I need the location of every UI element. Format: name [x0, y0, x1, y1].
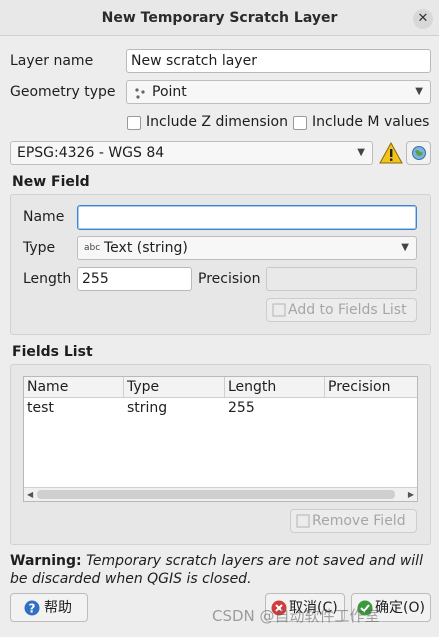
help-icon: ?: [24, 600, 40, 616]
add-field-icon: [272, 303, 286, 317]
length-input[interactable]: 255: [77, 267, 192, 291]
watermark: CSDN @自动软件工作室: [212, 607, 380, 625]
column-header-precision[interactable]: Precision: [325, 377, 417, 398]
horizontal-scrollbar[interactable]: ◀ ▶: [24, 487, 417, 501]
chevron-down-icon: ▼: [415, 86, 423, 97]
column-header-name[interactable]: Name: [24, 377, 124, 398]
globe-icon: [412, 146, 426, 160]
add-to-fields-list-label: Add to Fields List: [288, 302, 407, 318]
table-row[interactable]: test string 255: [24, 398, 417, 418]
cell-length: 255: [228, 400, 255, 416]
remove-field-label: Remove Field: [312, 513, 406, 529]
field-name-input[interactable]: [77, 205, 417, 230]
point-geometry-icon: [135, 88, 145, 99]
include-m-checkbox[interactable]: [293, 116, 307, 130]
layer-name-label: Layer name: [10, 53, 94, 69]
geometry-type-label: Geometry type: [10, 84, 116, 100]
scroll-left-icon[interactable]: ◀: [27, 488, 33, 502]
field-type-label: Type: [23, 240, 56, 256]
scroll-right-icon[interactable]: ▶: [408, 488, 414, 502]
ok-label: 确定(O): [375, 600, 425, 616]
svg-text:?: ?: [29, 602, 36, 616]
chevron-down-icon: ▼: [357, 147, 365, 158]
layer-name-input[interactable]: New scratch layer: [126, 49, 431, 73]
cell-type: string: [127, 400, 168, 416]
text-type-icon: abc: [84, 243, 101, 253]
fields-table[interactable]: Name Type Length Precision test string 2…: [23, 376, 418, 502]
remove-field-button[interactable]: Remove Field: [290, 509, 417, 533]
table-header: Name Type Length Precision: [24, 377, 417, 398]
title-bar: New Temporary Scratch Layer ✕: [0, 0, 439, 36]
chevron-down-icon: ▼: [401, 242, 409, 253]
include-z-checkbox[interactable]: [127, 116, 141, 130]
precision-label: Precision: [198, 271, 261, 287]
warning-bold: Warning:: [10, 553, 82, 569]
fields-list-title: Fields List: [12, 344, 93, 360]
add-to-fields-list-button[interactable]: Add to Fields List: [266, 298, 417, 322]
precision-input[interactable]: [266, 267, 417, 291]
close-button[interactable]: ✕: [413, 9, 433, 29]
include-z-label: Include Z dimension: [146, 114, 288, 130]
field-name-label: Name: [23, 209, 65, 225]
column-header-type[interactable]: Type: [124, 377, 225, 398]
field-type-select[interactable]: abc Text (string) ▼: [77, 236, 417, 260]
cell-name: test: [27, 400, 54, 416]
length-label: Length: [23, 271, 72, 287]
column-header-length[interactable]: Length: [225, 377, 325, 398]
new-field-title: New Field: [12, 174, 90, 190]
crs-select[interactable]: EPSG:4326 - WGS 84 ▼: [10, 141, 373, 165]
help-button[interactable]: ? 帮助: [10, 593, 88, 622]
warning-icon[interactable]: [379, 142, 403, 164]
help-label: 帮助: [44, 600, 72, 616]
scrollbar-thumb[interactable]: [37, 490, 395, 499]
field-type-value: Text (string): [104, 240, 188, 256]
geometry-type-select[interactable]: Point ▼: [126, 80, 431, 104]
remove-field-icon: [296, 514, 310, 528]
crs-value: EPSG:4326 - WGS 84: [17, 145, 165, 161]
include-m-label: Include M values: [312, 114, 430, 130]
window-title: New Temporary Scratch Layer: [101, 10, 338, 26]
geometry-type-value: Point: [152, 84, 187, 100]
crs-selector-button[interactable]: [406, 141, 431, 165]
warning-message: Warning: Temporary scratch layers are no…: [10, 552, 430, 588]
